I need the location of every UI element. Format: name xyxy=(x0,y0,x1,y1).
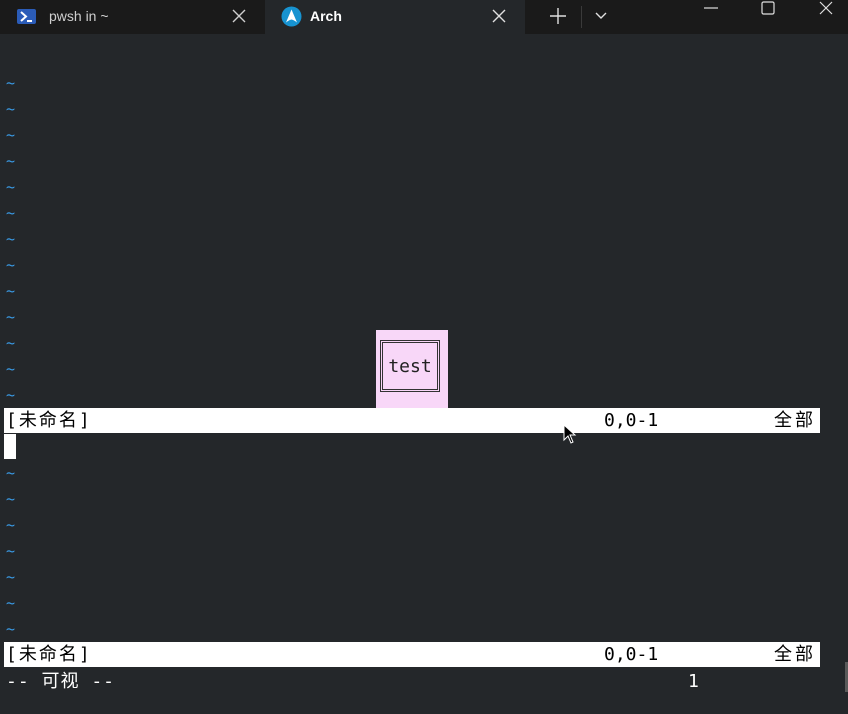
text-cursor xyxy=(4,434,16,459)
buffer-name: [未命名] xyxy=(6,644,92,665)
empty-line-tilde: ~ xyxy=(6,542,16,560)
bottom-window-statusline: [未命名] 0,0-1 全部 xyxy=(4,642,820,667)
empty-line-tilde: ~ xyxy=(6,360,16,378)
terminal-area[interactable]: ~ ~ ~ ~ ~ ~ ~ ~ ~ ~ ~ ~ ~ [未命名] 0,0-1 全部… xyxy=(0,34,848,714)
popup-text: test xyxy=(388,355,432,377)
empty-line-tilde: ~ xyxy=(6,308,16,326)
minimize-icon[interactable] xyxy=(696,0,726,20)
mode-indicator: -- 可视 -- xyxy=(6,671,116,692)
empty-line-tilde: ~ xyxy=(6,386,16,404)
maximize-icon[interactable] xyxy=(753,0,783,20)
empty-line-tilde: ~ xyxy=(6,178,16,196)
cursor-position: 0,0-1 xyxy=(604,410,659,431)
close-window-icon[interactable] xyxy=(811,0,841,20)
selection-count: 1 xyxy=(688,671,699,692)
tab-label: Arch xyxy=(310,8,342,24)
mouse-pointer-icon xyxy=(563,424,577,444)
empty-line-tilde: ~ xyxy=(6,516,16,534)
new-tab-icon[interactable] xyxy=(548,6,568,26)
title-bar: pwsh in ~ Arch xyxy=(0,0,848,34)
tab-arch[interactable]: Arch xyxy=(265,0,525,34)
empty-line-tilde: ~ xyxy=(6,74,16,92)
empty-line-tilde: ~ xyxy=(6,594,16,612)
empty-line-tilde: ~ xyxy=(6,230,16,248)
empty-line-tilde: ~ xyxy=(6,568,16,586)
empty-line-tilde: ~ xyxy=(6,620,16,638)
popup-frame: test xyxy=(380,340,440,392)
buffer-name: [未命名] xyxy=(6,410,92,431)
empty-line-tilde: ~ xyxy=(6,490,16,508)
floating-popup: test xyxy=(376,330,448,408)
empty-line-tilde: ~ xyxy=(6,256,16,274)
empty-line-tilde: ~ xyxy=(6,100,16,118)
close-tab-icon[interactable] xyxy=(232,9,246,23)
arch-linux-icon xyxy=(281,6,302,27)
scroll-position: 全部 xyxy=(774,644,816,665)
scroll-position: 全部 xyxy=(774,410,816,431)
powershell-icon xyxy=(17,9,36,24)
tab-pwsh[interactable]: pwsh in ~ xyxy=(0,0,265,34)
chevron-down-icon[interactable] xyxy=(594,8,608,22)
empty-line-tilde: ~ xyxy=(6,204,16,222)
empty-line-tilde: ~ xyxy=(6,152,16,170)
empty-line-tilde: ~ xyxy=(6,334,16,352)
empty-line-tilde: ~ xyxy=(6,126,16,144)
close-tab-icon[interactable] xyxy=(492,9,506,23)
cursor-position: 0,0-1 xyxy=(604,644,659,665)
top-window-statusline: [未命名] 0,0-1 全部 xyxy=(4,408,820,433)
tab-separator xyxy=(581,6,582,28)
empty-line-tilde: ~ xyxy=(6,282,16,300)
tab-label: pwsh in ~ xyxy=(49,8,109,24)
empty-line-tilde: ~ xyxy=(6,464,16,482)
